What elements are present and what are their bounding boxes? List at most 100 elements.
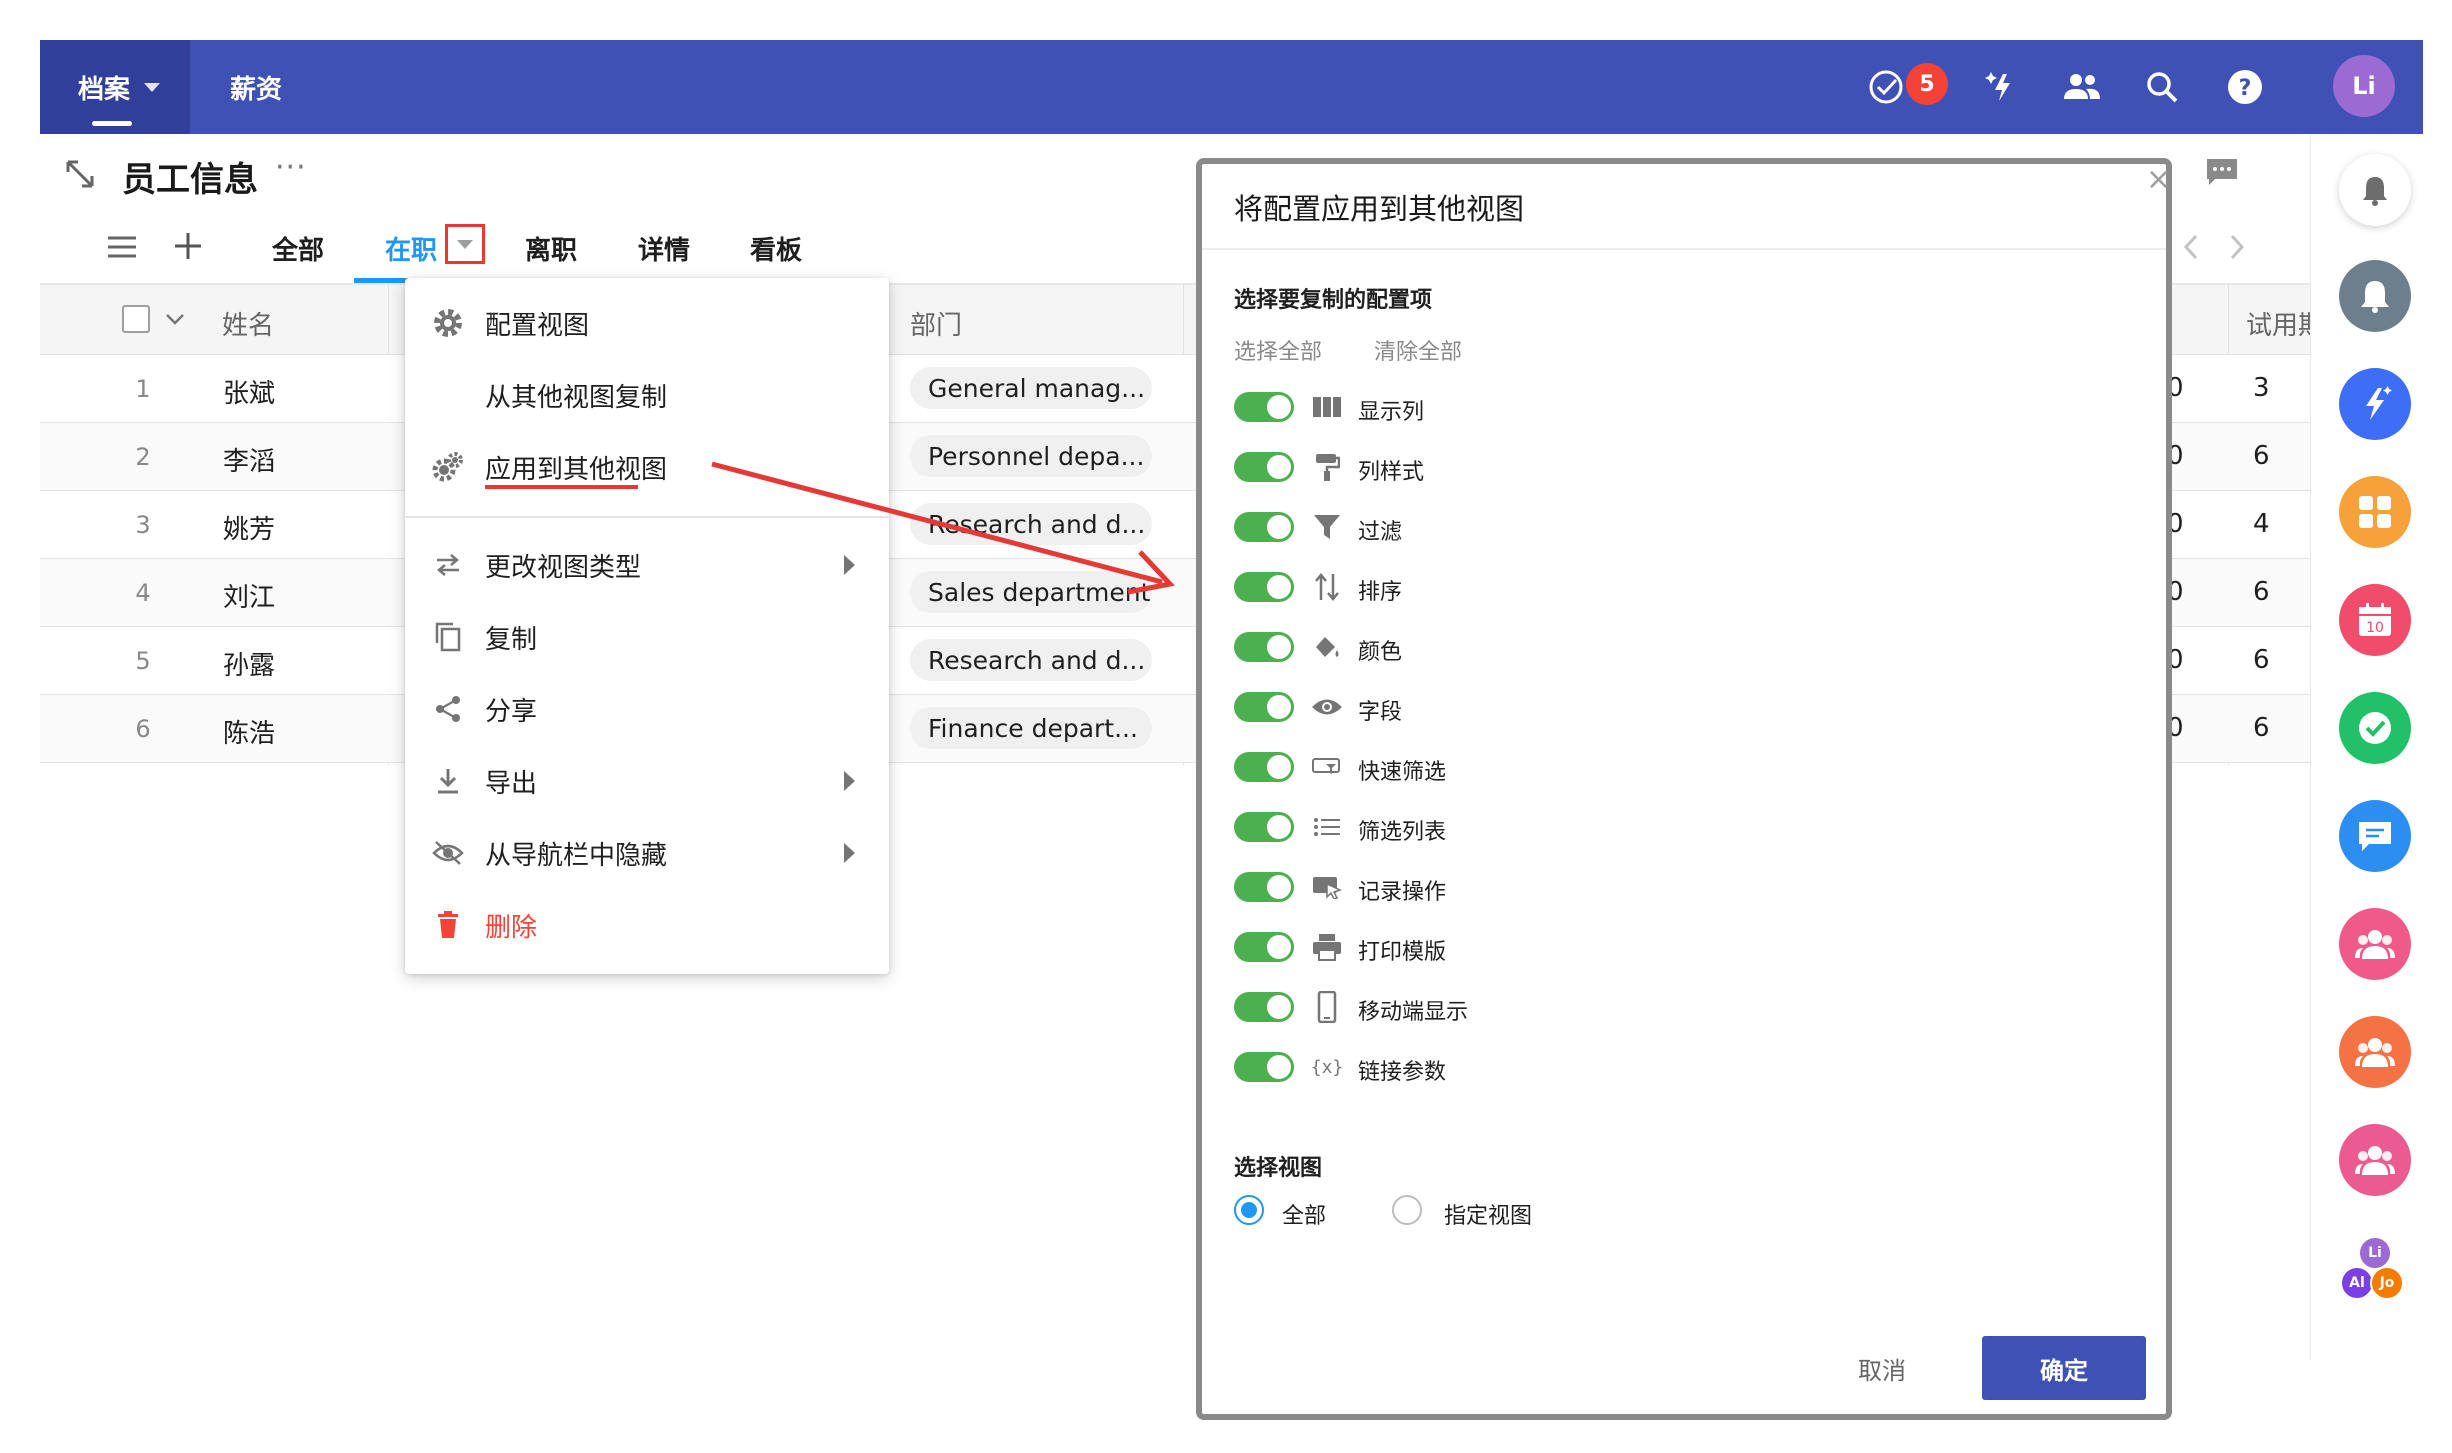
menu-item-delete[interactable]: 删除 — [405, 890, 889, 960]
option-column-style[interactable]: 列样式 — [1234, 448, 1834, 488]
toggle-switch[interactable] — [1234, 812, 1294, 842]
option-label: 筛选列表 — [1358, 820, 1447, 845]
toggle-switch[interactable] — [1234, 872, 1294, 902]
department-chip: Finance depart... — [910, 707, 1152, 749]
row-number: 2 — [135, 443, 151, 471]
tab-details[interactable]: 详情 — [638, 230, 690, 267]
select-all-link[interactable]: 选择全部 — [1234, 334, 1322, 366]
search-icon[interactable] — [2142, 67, 2182, 107]
group-icon[interactable] — [2339, 1124, 2411, 1196]
tab-resigned[interactable]: 离职 — [525, 230, 577, 267]
radio-specific-view[interactable] — [1392, 1195, 1422, 1225]
toggle-switch[interactable] — [1234, 932, 1294, 962]
option-mobile-display[interactable]: 移动端显示 — [1234, 988, 1834, 1028]
option-sort[interactable]: 排序 — [1234, 568, 1834, 608]
option-fields[interactable]: 字段 — [1234, 688, 1834, 728]
chat-icon[interactable] — [2339, 800, 2411, 872]
collapse-arrows-icon[interactable] — [62, 156, 98, 196]
employee-name: 刘江 — [223, 583, 276, 613]
option-color[interactable]: 颜色 — [1234, 628, 1834, 668]
sort-icon — [1310, 570, 1344, 604]
select-all-checkbox[interactable] — [122, 305, 150, 333]
lightning-icon[interactable] — [2339, 368, 2411, 440]
employee-name: 陈浩 — [223, 719, 276, 749]
collaborator-avatar[interactable]: Jo — [2370, 1266, 2404, 1300]
mobile-icon — [1310, 990, 1344, 1024]
collaborator-avatar[interactable]: Al — [2340, 1266, 2374, 1300]
option-link-params[interactable]: {x} 链接参数 — [1234, 1048, 1834, 1088]
toggle-switch[interactable] — [1234, 572, 1294, 602]
nav-tab-active-indicator — [92, 121, 132, 126]
option-print-template[interactable]: 打印模版 — [1234, 928, 1834, 968]
tab-all[interactable]: 全部 — [272, 230, 324, 267]
svg-text:{x}: {x} — [1311, 1057, 1344, 1078]
option-filter-list[interactable]: 筛选列表 — [1234, 808, 1834, 848]
bell-icon[interactable] — [2339, 260, 2411, 332]
toggle-switch[interactable] — [1234, 632, 1294, 662]
row-number: 5 — [135, 647, 151, 675]
comment-icon[interactable] — [2205, 157, 2239, 191]
add-view-icon[interactable] — [172, 230, 204, 266]
toggle-switch[interactable] — [1234, 752, 1294, 782]
menu-item-hide-from-nav[interactable]: 从导航栏中隐藏 — [405, 818, 889, 888]
nav-tab-archive-label: 档案 — [78, 74, 131, 105]
toggle-switch[interactable] — [1234, 692, 1294, 722]
radio-all-views[interactable] — [1234, 1195, 1264, 1225]
more-options-icon[interactable]: ··· — [275, 150, 307, 185]
scroll-chevrons[interactable] — [2180, 232, 2250, 270]
menu-item-export[interactable]: 导出 — [405, 746, 889, 816]
menu-item-label: 应用到其他视图 — [485, 454, 668, 485]
toggle-switch[interactable] — [1234, 1052, 1294, 1082]
check-icon[interactable] — [2339, 692, 2411, 764]
toggle-switch[interactable] — [1234, 452, 1294, 482]
grid-icon[interactable] — [2339, 476, 2411, 548]
cancel-button[interactable]: 取消 — [1822, 1336, 1942, 1400]
option-record-actions[interactable]: 记录操作 — [1234, 868, 1834, 908]
magic-spark-icon[interactable] — [1982, 67, 2022, 107]
task-check-icon[interactable] — [1866, 67, 1906, 107]
bell-icon[interactable] — [2339, 154, 2411, 226]
column-header-dept[interactable]: 部门 — [910, 305, 962, 342]
toggle-switch[interactable] — [1234, 392, 1294, 422]
tab-active-employees[interactable]: 在职 — [385, 230, 437, 267]
clear-all-link[interactable]: 清除全部 — [1374, 334, 1462, 366]
group-icon[interactable] — [2339, 1016, 2411, 1088]
tab-dropdown-button[interactable] — [445, 224, 485, 264]
toggle-switch[interactable] — [1234, 512, 1294, 542]
gear-icon — [431, 306, 465, 340]
option-label: 记录操作 — [1358, 880, 1447, 905]
config-section-label: 选择要复制的配置项 — [1234, 288, 1433, 313]
menu-item-copy-from-view[interactable]: 从其他视图复制 — [405, 360, 889, 430]
option-label: 颜色 — [1358, 640, 1403, 665]
menu-item-configure-view[interactable]: 配置视图 — [405, 288, 889, 358]
option-label: 链接参数 — [1358, 1060, 1447, 1085]
chevron-down-icon — [144, 82, 161, 92]
tab-kanban[interactable]: 看板 — [750, 230, 802, 267]
columns-icon — [1310, 390, 1344, 424]
help-icon[interactable]: ? — [2225, 67, 2265, 107]
column-header-name[interactable]: 姓名 — [222, 305, 274, 342]
nav-tab-salary[interactable]: 薪资 — [230, 40, 282, 134]
option-quick-filter[interactable]: 快速筛选 — [1234, 748, 1834, 788]
trial-value: 4 — [2253, 509, 2270, 539]
confirm-button[interactable]: 确定 — [1982, 1336, 2146, 1400]
menu-lines-icon[interactable] — [106, 233, 138, 265]
collaborator-avatar[interactable]: Li — [2358, 1236, 2392, 1270]
option-filter[interactable]: 过滤 — [1234, 508, 1834, 548]
user-avatar[interactable]: Li — [2333, 55, 2395, 117]
menu-item-share[interactable]: 分享 — [405, 674, 889, 744]
option-show-columns[interactable]: 显示列 — [1234, 388, 1834, 428]
menu-item-duplicate[interactable]: 复制 — [405, 602, 889, 672]
close-icon[interactable]: × — [2146, 162, 2171, 197]
toggle-switch[interactable] — [1234, 992, 1294, 1022]
employee-name: 李滔 — [223, 447, 276, 477]
calendar-icon[interactable]: 10 — [2339, 584, 2411, 656]
view-context-menu: 配置视图 从其他视图复制 应用到其他视图 更改视图类型 复制 分享 导出 从导航… — [405, 278, 889, 974]
apply-config-dialog: 将配置应用到其他视图 × 选择要复制的配置项 选择全部 清除全部 显示列 列样式… — [1196, 158, 2172, 1420]
nav-tab-archive[interactable]: 档案 — [40, 40, 190, 134]
people-icon[interactable] — [2062, 67, 2102, 107]
chevron-down-icon[interactable] — [165, 311, 185, 330]
group-icon[interactable] — [2339, 908, 2411, 980]
trial-value: 3 — [2253, 373, 2270, 403]
department-chip: Research and d... — [910, 639, 1152, 681]
